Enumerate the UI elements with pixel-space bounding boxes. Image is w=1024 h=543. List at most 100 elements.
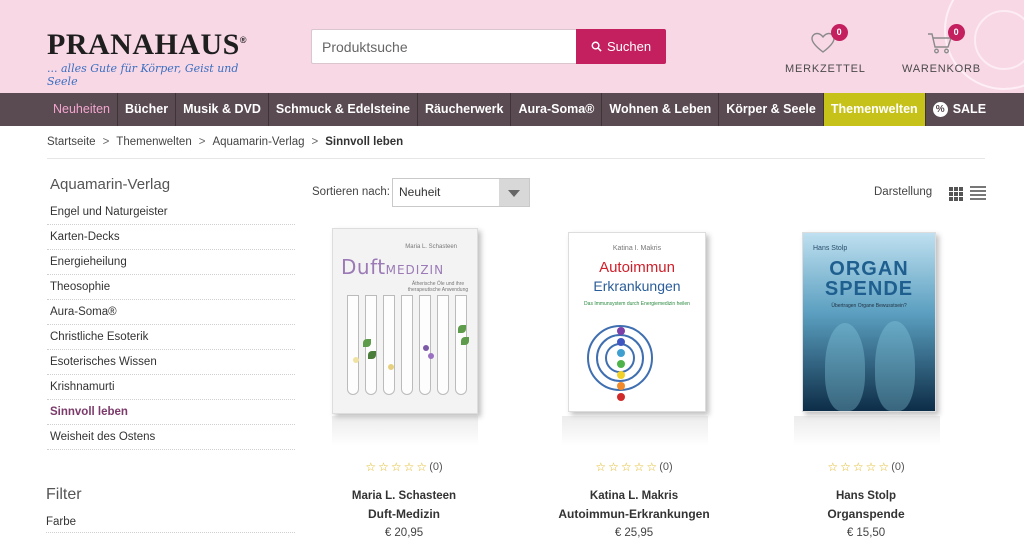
cover-title: Autoimmun	[599, 259, 675, 276]
breadcrumb-item[interactable]: Startseite	[47, 136, 96, 148]
star-icon: ☆	[646, 460, 658, 474]
nav-item-aura-soma[interactable]: Aura-Soma®	[511, 93, 603, 126]
grid-icon[interactable]	[949, 187, 963, 201]
nav-item-koerper-seele[interactable]: Körper & Seele	[719, 93, 824, 126]
product-title[interactable]: Duft-Medizin	[314, 507, 494, 521]
nav-item-sale-label: SALE	[952, 102, 987, 116]
display-label: Darstellung	[874, 186, 933, 198]
category-item[interactable]: Krishnamurti	[47, 375, 295, 400]
category-item[interactable]: Engel und Naturgeister	[47, 200, 295, 225]
star-icon: ☆	[827, 460, 839, 474]
star-icon: ☆	[365, 460, 377, 474]
star-icon: ☆	[865, 460, 877, 474]
product-price: € 20,95	[384, 527, 424, 539]
product-cover-image[interactable]: Katina I. Makris Autoimmun Erkrankungen …	[568, 232, 706, 412]
category-item[interactable]: Christliche Esoterik	[47, 325, 295, 350]
sidebar-title[interactable]: Aquamarin-Verlag	[50, 176, 170, 193]
site-header: PRANAHAUS® ... alles Gute für Körper, Ge…	[0, 0, 1024, 93]
cover-author: Maria L. Schasteen	[405, 244, 457, 250]
category-item[interactable]: Aura-Soma®	[47, 300, 295, 325]
star-icon: ☆	[403, 460, 415, 474]
cover-author: Katina I. Makris	[612, 245, 662, 252]
wishlist-label: MERKZETTEL	[785, 63, 866, 75]
breadcrumb-item[interactable]: Aquamarin-Verlag	[212, 136, 304, 148]
nav-item-schmuck-edelsteine[interactable]: Schmuck & Edelsteine	[269, 93, 418, 126]
product-card: Katina I. Makris Autoimmun Erkrankungen …	[544, 228, 724, 539]
star-icon: ☆	[608, 460, 619, 474]
magnifier-icon	[591, 41, 602, 52]
cover-subtitle: Das Immunsystem durch Energiemedizin hei…	[584, 301, 690, 307]
breadcrumb-item[interactable]: Themenwelten	[116, 136, 191, 148]
category-list: Engel und Naturgeister Karten-Decks Ener…	[47, 200, 295, 450]
category-item-active[interactable]: Sinnvoll leben	[47, 400, 295, 425]
star-icon: ☆	[378, 460, 389, 474]
rating-stars: ☆ ☆ ☆ ☆ ☆ (0)	[544, 460, 724, 474]
cart-label: WARENKORB	[902, 63, 981, 75]
wishlist-count-badge: 0	[831, 24, 848, 41]
product-author: Hans Stolp	[835, 490, 897, 502]
product-price: € 25,95	[614, 527, 654, 539]
breadcrumb-separator: >	[311, 136, 319, 148]
rating-count: (0)	[659, 461, 673, 473]
search-input[interactable]	[311, 29, 576, 64]
cover-title: ORGAN SPENDE	[824, 258, 914, 300]
logo-wordmark: PRANAHAUS	[47, 28, 240, 61]
rating-stars: ☆ ☆ ☆ ☆ ☆ (0)	[776, 460, 956, 474]
filter-title: Filter	[46, 486, 82, 503]
nav-item-wohnen-leben[interactable]: Wohnen & Leben	[602, 93, 720, 126]
product-card: Hans Stolp ORGAN SPENDE Übertragen Organe…	[776, 228, 956, 539]
star-icon: ☆	[878, 460, 890, 474]
cover-title-second: Erkrankungen	[593, 278, 681, 294]
breadcrumb-current: Sinnvoll leben	[325, 136, 404, 148]
product-title[interactable]: Organspende	[776, 507, 956, 521]
sort-label: Sortieren nach:	[312, 186, 390, 198]
nav-item-raeucherwerk[interactable]: Räucherwerk	[418, 93, 512, 126]
search-bar: Suchen	[311, 29, 666, 64]
cover-subtitle: Übertragen Organe Bewusstsein?	[831, 303, 907, 309]
rating-stars: ☆ ☆ ☆ ☆ ☆ (0)	[314, 460, 494, 474]
cover-subtitle: Ätherische Öle und ihre therapeutische A…	[407, 281, 469, 293]
category-item[interactable]: Energieheilung	[47, 250, 295, 275]
product-cover-image[interactable]: Hans Stolp ORGAN SPENDE Übertragen Organe…	[802, 232, 936, 412]
main-navigation: Neuheiten Bücher Musik & DVD Schmuck & E…	[0, 93, 1024, 126]
product-title[interactable]: Autoimmun-Erkrankungen	[544, 507, 724, 521]
category-item[interactable]: Weisheit des Ostens	[47, 425, 295, 450]
category-item[interactable]: Theosophie	[47, 275, 295, 300]
rating-count: (0)	[891, 461, 905, 473]
list-icon[interactable]	[970, 186, 986, 200]
product-price: € 15,50	[846, 527, 886, 539]
nav-item-musik-dvd[interactable]: Musik & DVD	[176, 93, 269, 126]
cart-count-badge: 0	[948, 24, 965, 41]
product-cover-image[interactable]: Maria L. Schasteen DuftMEDIZIN Ätherisch…	[332, 228, 478, 414]
star-icon: ☆	[840, 460, 851, 474]
star-icon: ☆	[416, 460, 428, 474]
product-author: Katina L. Makris	[589, 490, 679, 502]
sort-select[interactable]: Neuheit	[392, 178, 530, 207]
nav-item-sale[interactable]: % SALE	[926, 93, 993, 126]
site-logo[interactable]: PRANAHAUS® ... alles Gute für Körper, Ge…	[47, 25, 267, 89]
category-item[interactable]: Esoterisches Wissen	[47, 350, 295, 375]
search-button-label: Suchen	[606, 39, 652, 54]
divider	[47, 158, 985, 159]
search-button[interactable]: Suchen	[576, 29, 666, 64]
percent-icon: %	[932, 102, 948, 117]
star-icon: ☆	[633, 460, 645, 474]
filter-color[interactable]: Farbe	[46, 516, 295, 533]
nav-item-themenwelten[interactable]: Themenwelten	[823, 93, 926, 126]
breadcrumb-separator: >	[198, 136, 206, 148]
nav-item-buecher[interactable]: Bücher	[118, 93, 177, 126]
breadcrumb: Startseite > Themenwelten > Aquamarin-Ve…	[47, 136, 403, 148]
product-card: Maria L. Schasteen DuftMEDIZIN Ätherisch…	[314, 228, 494, 539]
logo-tagline: ... alles Gute für Körper, Geist und See…	[47, 62, 239, 88]
star-icon: ☆	[390, 460, 402, 474]
sort-select-value: Neuheit	[399, 185, 441, 199]
wishlist-link[interactable]: 0 MERKZETTEL	[785, 24, 866, 75]
star-icon: ☆	[852, 460, 864, 474]
category-item[interactable]: Karten-Decks	[47, 225, 295, 250]
star-icon: ☆	[595, 460, 607, 474]
nav-item-neuheiten[interactable]: Neuheiten	[46, 93, 118, 126]
cart-link[interactable]: 0 WARENKORB	[902, 24, 981, 75]
breadcrumb-separator: >	[102, 136, 110, 148]
chevron-down-icon	[499, 179, 529, 206]
cover-author: Hans Stolp	[813, 245, 848, 252]
